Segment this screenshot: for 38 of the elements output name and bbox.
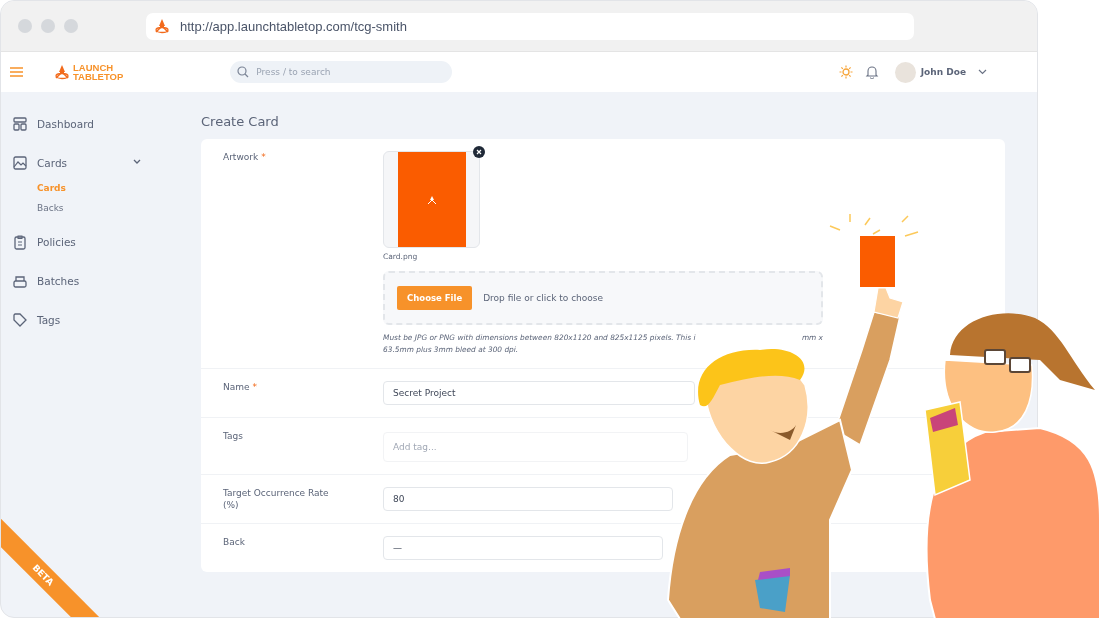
sidebar-item[interactable]: Cards [1, 153, 169, 173]
input-field[interactable]: Secret Project [383, 381, 695, 405]
file-dropzone[interactable]: Choose File Drop file or click to choose [383, 271, 823, 325]
tag-icon [13, 312, 27, 328]
stack-icon [13, 273, 27, 289]
user-name[interactable]: John Doe [920, 67, 966, 77]
sidebar-subitem[interactable]: Backs [1, 203, 64, 213]
menu-icon[interactable] [10, 67, 23, 77]
url-text: http://app.launchtabletop.com/tcg-smith [180, 18, 407, 34]
field-label: Target Occurrence Rate (%) [223, 487, 330, 511]
window-control[interactable] [41, 19, 55, 33]
address-bar[interactable]: http://app.launchtabletop.com/tcg-smith [146, 12, 914, 40]
bell-icon[interactable] [864, 65, 879, 79]
sidebar-item[interactable]: Policies [1, 232, 169, 252]
chevron-down-icon[interactable] [978, 69, 987, 75]
page-title: Create Card [201, 114, 280, 129]
logo-text: LAUNCH TABLETOP [73, 63, 124, 81]
window-control[interactable] [18, 19, 32, 33]
tag-input[interactable]: Add tag... [383, 432, 688, 462]
remove-button[interactable] [473, 146, 485, 158]
field-label: Name * [223, 381, 259, 393]
field-label: Tags [223, 430, 244, 442]
select-field[interactable]: — [383, 536, 663, 560]
sidebar-item[interactable]: Tags [1, 310, 169, 330]
dropzone-text: Drop file or click to choose [483, 293, 604, 303]
close-icon [476, 149, 482, 155]
field-label: Back [223, 536, 246, 548]
sun-icon[interactable] [838, 65, 853, 79]
avatar[interactable] [894, 61, 916, 83]
input-field[interactable]: 80 [383, 487, 673, 511]
field-label: Artwork * [223, 151, 267, 163]
dashboard-icon [13, 116, 27, 132]
window-control[interactable] [64, 19, 78, 33]
sidebar-item[interactable]: Batches [1, 271, 169, 291]
image-icon [13, 155, 27, 171]
search-icon [237, 66, 250, 78]
clipboard-icon [13, 234, 27, 250]
sidebar-item[interactable]: Dashboard [1, 114, 169, 134]
